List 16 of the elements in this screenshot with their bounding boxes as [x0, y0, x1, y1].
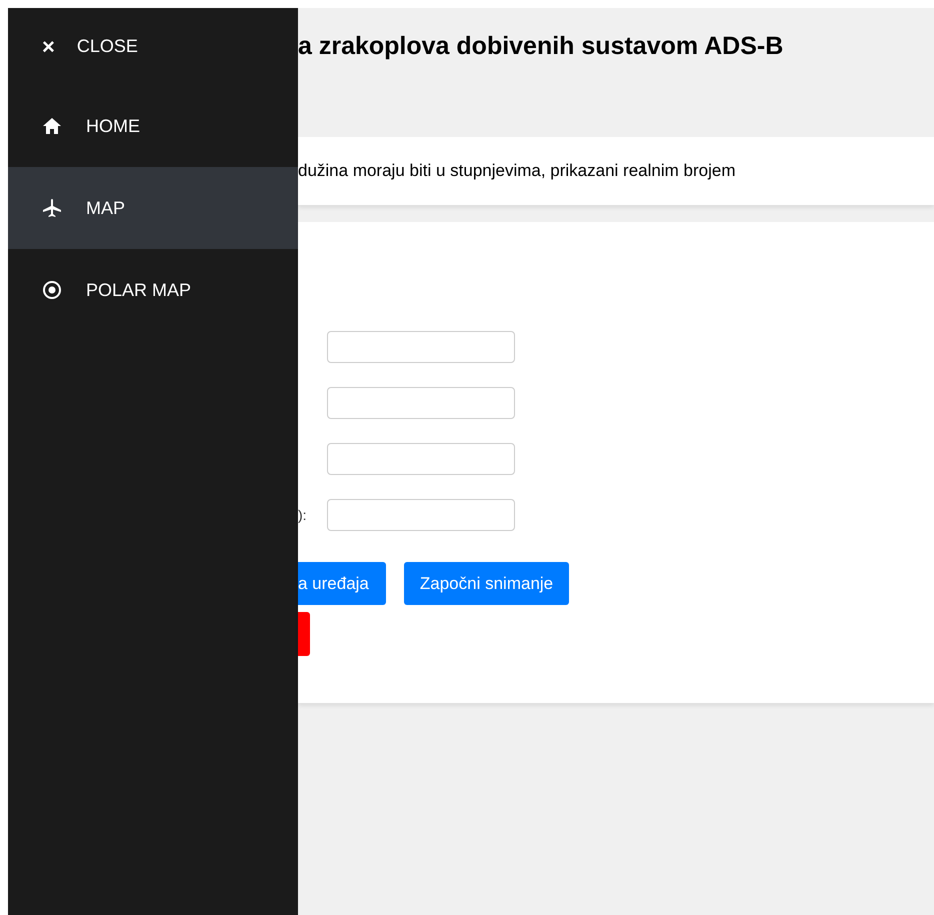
- input-field[interactable]: [327, 387, 515, 419]
- sidebar-item[interactable]: HOME: [8, 85, 298, 167]
- airplane-icon: [42, 198, 62, 218]
- sidebar-item[interactable]: MAP: [8, 167, 298, 249]
- home-icon: [42, 116, 62, 136]
- input-field[interactable]: [327, 499, 515, 531]
- notice-text: dužina moraju biti u stupnjevima, prikazani realnim brojem: [298, 161, 736, 181]
- input-field[interactable]: [327, 331, 515, 363]
- action-button[interactable]: a uređaja: [298, 562, 386, 605]
- target-icon: [42, 280, 62, 300]
- page-title: a zrakoplova dobivenih sustavom ADS-B: [298, 32, 784, 61]
- action-button[interactable]: Započni snimanje: [404, 562, 570, 605]
- input-field[interactable]: [327, 443, 515, 475]
- sidebar-item[interactable]: POLAR MAP: [8, 249, 298, 331]
- field-label: ):: [298, 507, 308, 523]
- close-button[interactable]: × CLOSE: [8, 8, 298, 85]
